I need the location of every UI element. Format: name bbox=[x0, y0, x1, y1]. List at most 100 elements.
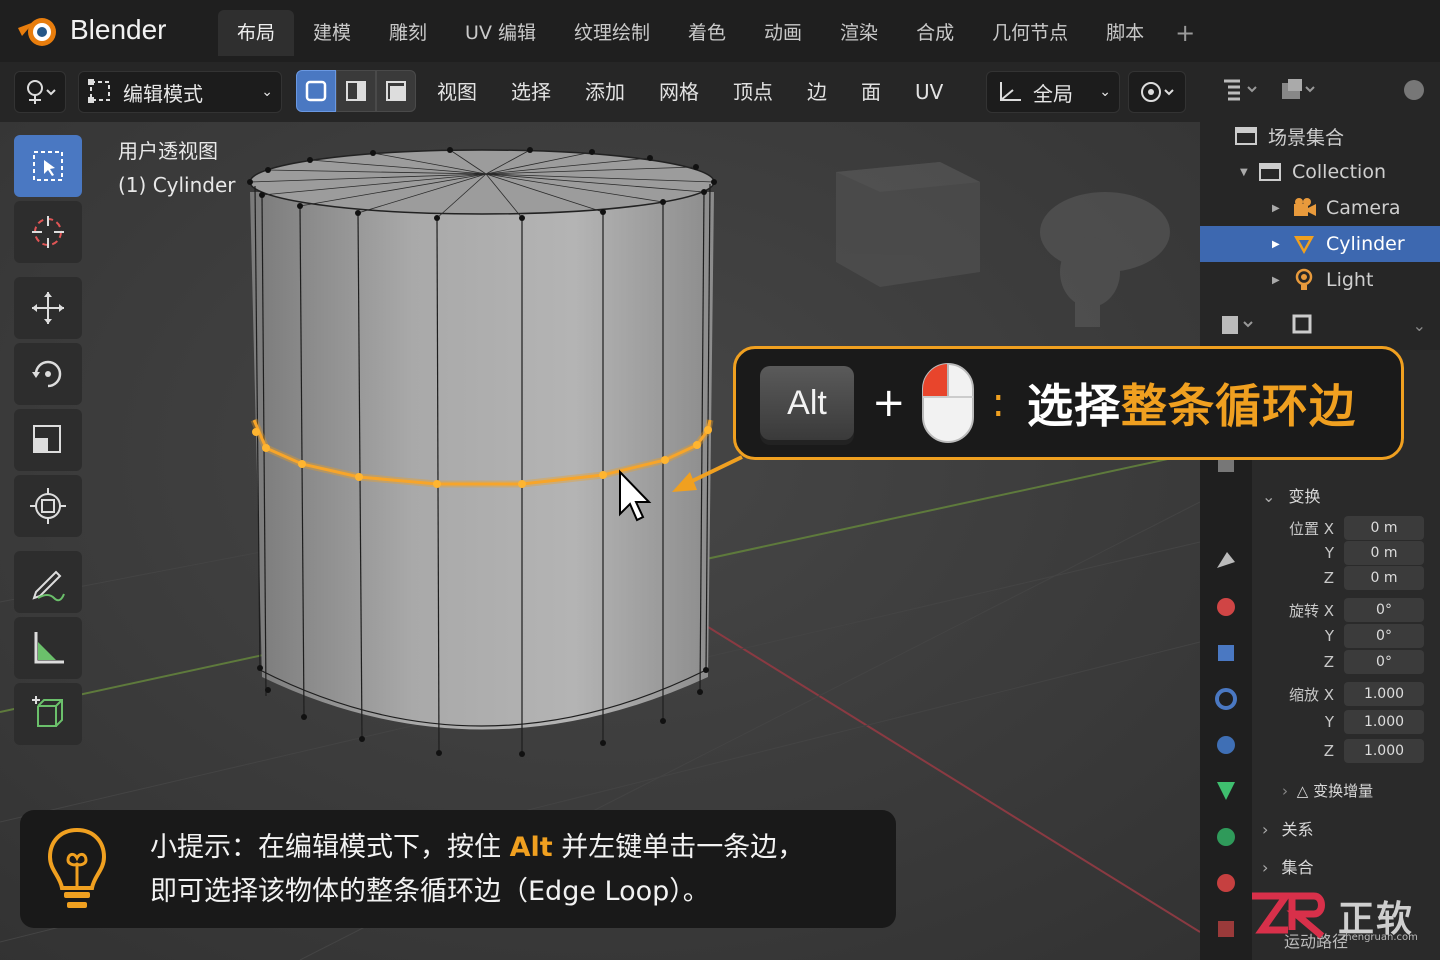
tab-modifiers[interactable] bbox=[1200, 538, 1252, 584]
rotate-tool[interactable] bbox=[14, 343, 82, 405]
outliner-item-collection[interactable]: ▼ Collection bbox=[1200, 154, 1440, 190]
location-z-row: Z 0 m bbox=[1262, 566, 1432, 590]
blender-logo-icon bbox=[18, 18, 56, 46]
tab-physics[interactable] bbox=[1200, 722, 1252, 768]
header-menu-item[interactable]: 添加 bbox=[568, 70, 642, 114]
face-select-button[interactable] bbox=[376, 70, 416, 112]
mode-dropdown[interactable]: 编辑模式 ⌄ bbox=[78, 71, 282, 113]
measure-tool[interactable] bbox=[14, 617, 82, 679]
header-menu-item[interactable]: 选择 bbox=[494, 70, 568, 114]
callout-text: 选择整条循环边 bbox=[1027, 370, 1356, 436]
tab-data[interactable] bbox=[1200, 768, 1252, 814]
chevron-down-icon: ⌄ bbox=[1099, 84, 1111, 100]
rotation-y-row: Y 0° bbox=[1262, 624, 1432, 648]
header-menu-item[interactable]: UV bbox=[898, 70, 960, 114]
workspace-tab[interactable]: 几何节点 bbox=[973, 10, 1087, 56]
tip-text: 小提示：在编辑模式下，按住 Alt 并左键单击一条边， 即可选择该物体的整条循环… bbox=[150, 826, 804, 914]
location-x-field[interactable]: 0 m bbox=[1344, 516, 1424, 540]
transform-orientation-dropdown[interactable]: 全局 ⌄ bbox=[986, 71, 1120, 113]
face-select-icon bbox=[386, 81, 406, 101]
tool-shelf bbox=[14, 135, 86, 749]
new-collection-icon[interactable] bbox=[1400, 77, 1428, 103]
scene-collection-icon bbox=[1235, 127, 1257, 145]
tab-material[interactable] bbox=[1200, 814, 1252, 860]
tab-particles[interactable] bbox=[1200, 860, 1252, 906]
vertex-select-button[interactable] bbox=[296, 70, 336, 112]
rotation-z-field[interactable]: 0° bbox=[1344, 650, 1424, 674]
expand-icon[interactable]: ▶ bbox=[1272, 275, 1290, 286]
watermark-url: zhengruan.com bbox=[1340, 932, 1418, 943]
transform-section-header[interactable]: ⌄ 变换 bbox=[1262, 483, 1321, 507]
outliner-display-icon[interactable] bbox=[1220, 77, 1260, 103]
relations-label: 关系 bbox=[1281, 820, 1314, 839]
outliner-item-cylinder[interactable]: ▶ Cylinder bbox=[1200, 226, 1440, 262]
filter-icon[interactable] bbox=[1278, 77, 1318, 103]
transform-tool[interactable] bbox=[14, 475, 82, 537]
scale-x-row: 缩放 X 1.000 bbox=[1262, 682, 1432, 706]
workspace-tab[interactable]: 布局 bbox=[218, 10, 295, 56]
select-box-tool[interactable] bbox=[14, 135, 82, 197]
add-cube-tool[interactable] bbox=[14, 683, 82, 745]
blender-logo[interactable]: Blender bbox=[14, 10, 167, 50]
header-menu-item[interactable]: 视图 bbox=[420, 70, 494, 114]
expand-icon[interactable]: ▶ bbox=[1272, 203, 1290, 214]
tab-texture[interactable] bbox=[1200, 906, 1252, 952]
outliner-scene-collection[interactable]: 场景集合 bbox=[1200, 118, 1440, 154]
header-menu-item[interactable]: 面 bbox=[844, 70, 898, 114]
outliner-item-camera[interactable]: ▶ Camera bbox=[1200, 190, 1440, 226]
header-menu-item[interactable]: 顶点 bbox=[716, 70, 790, 114]
tab-world[interactable] bbox=[1200, 676, 1252, 722]
workspace-tab[interactable]: 渲染 bbox=[821, 10, 897, 56]
cursor-tool[interactable] bbox=[14, 201, 82, 263]
add-workspace-button[interactable]: + bbox=[1163, 10, 1207, 56]
relations-section[interactable]: › 关系 bbox=[1262, 816, 1314, 840]
workspace-tab[interactable]: 脚本 bbox=[1087, 10, 1163, 56]
workspace-tab[interactable]: 动画 bbox=[745, 10, 821, 56]
collections-section[interactable]: › 集合 bbox=[1262, 854, 1314, 878]
workspace-tab[interactable]: 纹理绘制 bbox=[555, 10, 669, 56]
chevron-down-icon[interactable]: ⌄ bbox=[1413, 316, 1426, 335]
move-tool[interactable] bbox=[14, 277, 82, 339]
rotation-x-row: 旋转 X 0° bbox=[1262, 598, 1432, 622]
tab-object[interactable] bbox=[1200, 630, 1252, 676]
chevron-right-icon: › bbox=[1262, 820, 1269, 839]
expand-icon[interactable]: ▶ bbox=[1272, 239, 1290, 250]
workspace-tab[interactable]: 着色 bbox=[669, 10, 745, 56]
header-menu-item[interactable]: 边 bbox=[790, 70, 844, 114]
callout-prefix: 选择 bbox=[1027, 379, 1121, 433]
properties-editor-icon[interactable] bbox=[1218, 310, 1258, 340]
delta-transform-section[interactable]: › △ 变换增量 bbox=[1282, 780, 1373, 801]
rotation-y-field[interactable]: 0° bbox=[1344, 624, 1424, 648]
annotate-tool[interactable] bbox=[14, 551, 82, 613]
ruler-icon bbox=[34, 632, 64, 664]
workspace-tab[interactable]: 合成 bbox=[897, 10, 973, 56]
workspace-tabs: 布局 建模 雕刻 UV 编辑 纹理绘制 着色 动画 渲染 合成 几何节点 脚本 + bbox=[218, 10, 1207, 56]
tab-scene[interactable] bbox=[1200, 584, 1252, 630]
location-y-row: Y 0 m bbox=[1262, 541, 1432, 565]
location-z-field[interactable]: 0 m bbox=[1344, 566, 1424, 590]
tip-line-1-prefix: 小提示：在编辑模式下，按住 bbox=[150, 832, 510, 863]
rotation-x-field[interactable]: 0° bbox=[1344, 598, 1424, 622]
pin-icon[interactable] bbox=[1288, 310, 1316, 340]
edge-select-button[interactable] bbox=[336, 70, 376, 112]
move-icon bbox=[32, 292, 64, 324]
editor-type-button[interactable] bbox=[14, 71, 66, 113]
workspace-tab[interactable]: 建模 bbox=[294, 10, 370, 56]
header-menu-item[interactable]: 网格 bbox=[642, 70, 716, 114]
left-click-mouse-icon bbox=[921, 363, 974, 443]
shortcut-callout: Alt + : 选择整条循环边 bbox=[733, 346, 1404, 460]
scale-z-field[interactable]: 1.000 bbox=[1344, 739, 1424, 763]
add-cube-icon bbox=[32, 696, 63, 727]
workspace-tab[interactable]: UV 编辑 bbox=[446, 10, 555, 56]
pivot-point-dropdown[interactable] bbox=[1128, 71, 1186, 113]
outliner-item-light[interactable]: ▶ Light bbox=[1200, 262, 1440, 298]
object-tab-icon bbox=[1218, 645, 1234, 661]
location-y-field[interactable]: 0 m bbox=[1344, 541, 1424, 565]
scale-y-field[interactable]: 1.000 bbox=[1344, 710, 1424, 734]
scale-x-field[interactable]: 1.000 bbox=[1344, 682, 1424, 706]
axis-y-label: Y bbox=[1324, 627, 1334, 645]
expand-icon[interactable]: ▼ bbox=[1240, 167, 1258, 178]
object-label: (1) Cylinder bbox=[118, 173, 236, 197]
workspace-tab[interactable]: 雕刻 bbox=[370, 10, 446, 56]
scale-tool[interactable] bbox=[14, 409, 82, 471]
